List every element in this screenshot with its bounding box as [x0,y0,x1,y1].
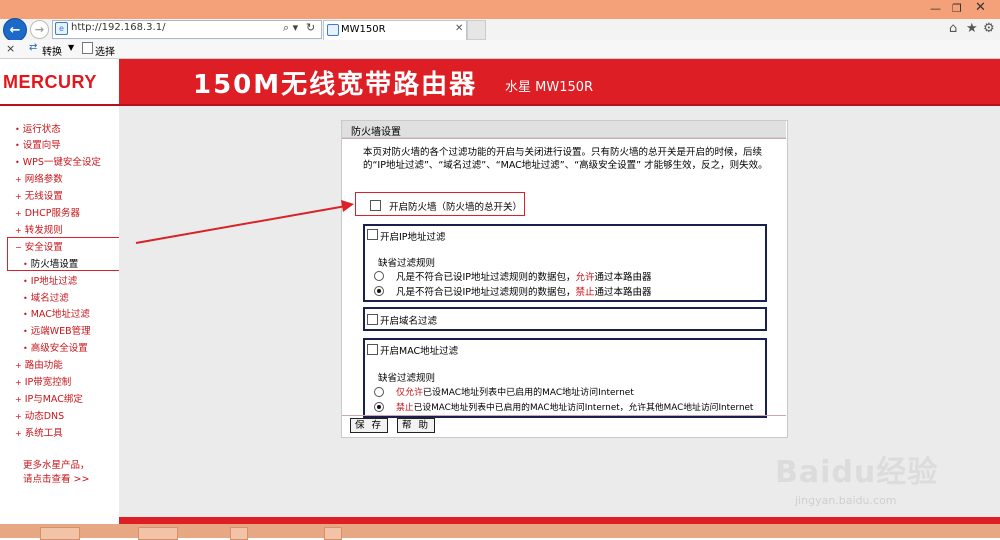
baidu-watermark: Baidu经验 [775,455,939,490]
taskbar-item[interactable] [324,527,342,540]
taskbar-item[interactable] [230,527,248,540]
taskbar-item[interactable] [40,527,80,540]
footer-bar [119,517,1000,524]
baidu-watermark-url: jingyan.baidu.com [795,494,897,507]
taskbar-item[interactable] [138,527,178,540]
